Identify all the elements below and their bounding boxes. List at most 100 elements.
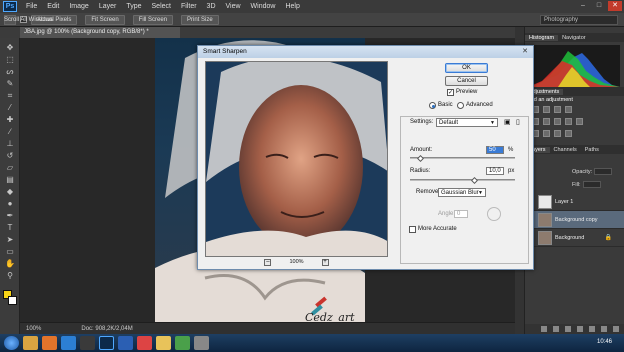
menu-help[interactable]: Help <box>280 3 304 10</box>
quick-select-icon[interactable]: ✎ <box>5 80 15 88</box>
media-icon[interactable] <box>80 336 95 350</box>
workspace-dropdown[interactable]: Photography <box>540 15 618 25</box>
menu-select[interactable]: Select <box>147 3 176 10</box>
angle-field[interactable]: 0 <box>454 210 468 218</box>
adjustment-layer-icon[interactable] <box>577 326 583 332</box>
group-icon[interactable] <box>589 326 595 332</box>
paint-icon[interactable] <box>175 336 190 350</box>
delete-preset-icon[interactable]: ▯ <box>516 118 520 126</box>
more-accurate-checkbox[interactable] <box>409 226 416 233</box>
folder-icon[interactable] <box>156 336 171 350</box>
fx-icon[interactable] <box>553 326 559 332</box>
posterize-icon[interactable] <box>543 130 550 137</box>
crop-tool-icon[interactable]: ⌗ <box>5 92 15 100</box>
menu-type[interactable]: Type <box>121 3 146 10</box>
levels-icon[interactable] <box>543 106 550 113</box>
menu-filter[interactable]: Filter <box>176 3 202 10</box>
layer-row[interactable]: Layer 1 <box>525 193 624 211</box>
dialog-close-icon[interactable]: ✕ <box>520 48 530 56</box>
menu-3d[interactable]: 3D <box>202 3 221 10</box>
preview-checkbox[interactable]: ✓ <box>447 89 454 96</box>
print-size-button[interactable]: Print Size <box>181 14 219 25</box>
color-balance-icon[interactable] <box>554 118 561 125</box>
new-layer-icon[interactable] <box>601 326 607 332</box>
cancel-button[interactable]: Cancel <box>445 76 488 86</box>
threshold-icon[interactable] <box>554 130 561 137</box>
pen-icon[interactable]: ✒ <box>5 212 15 220</box>
tab-channels[interactable]: Channels <box>550 147 581 153</box>
gradient-icon[interactable]: ▤ <box>5 176 15 184</box>
tab-histogram[interactable]: Histogram <box>525 34 559 41</box>
opacity-field[interactable] <box>594 168 613 175</box>
marquee-tool-icon[interactable]: ⬚ <box>5 56 15 64</box>
tab-navigator[interactable]: Navigator <box>558 35 590 41</box>
remove-dropdown[interactable]: Gaussian Blur ▼ <box>438 188 486 197</box>
hue-icon[interactable] <box>543 118 550 125</box>
shape-tool-icon[interactable]: ▭ <box>5 248 15 256</box>
angle-dial[interactable] <box>487 207 501 221</box>
bw-icon[interactable] <box>565 118 572 125</box>
opacity-control[interactable]: Opacity: <box>572 168 613 175</box>
layer-row-selected[interactable]: ◉ Background copy <box>525 211 624 229</box>
start-icon[interactable] <box>4 336 19 350</box>
menu-image[interactable]: Image <box>64 3 93 10</box>
fit-screen-button[interactable]: Fit Screen <box>85 14 125 25</box>
dodge-icon[interactable]: ● <box>5 200 15 208</box>
link-icon[interactable] <box>541 326 547 332</box>
photoshop-icon[interactable] <box>99 336 114 350</box>
menu-view[interactable]: View <box>221 3 246 10</box>
type-tool-icon[interactable]: T <box>5 224 15 232</box>
background-color-swatch[interactable] <box>8 296 17 305</box>
close-button[interactable]: ✕ <box>608 1 622 11</box>
exposure-icon[interactable] <box>565 106 572 113</box>
explorer-icon[interactable] <box>23 336 38 350</box>
radius-field[interactable]: 10,0 <box>486 167 504 175</box>
lasso-tool-icon[interactable]: ᔕ <box>5 68 15 76</box>
amount-field[interactable]: 50 <box>486 146 504 154</box>
path-select-icon[interactable]: ➤ <box>5 236 15 244</box>
menu-window[interactable]: Window <box>246 3 281 10</box>
fill-screen-button[interactable]: Fill Screen <box>132 14 174 25</box>
chrome-icon[interactable] <box>137 336 152 350</box>
layer-row[interactable]: ◉ Background 🔒 <box>525 229 624 247</box>
healing-brush-icon[interactable]: ✚ <box>5 116 15 124</box>
zoom-in-button[interactable]: + <box>321 258 329 266</box>
hand-tool-icon[interactable]: ✋ <box>5 260 15 268</box>
amount-slider[interactable] <box>410 157 515 159</box>
minimize-button[interactable]: – <box>576 1 590 11</box>
tab-paths[interactable]: Paths <box>581 147 603 153</box>
save-preset-icon[interactable]: ▣ <box>504 118 511 126</box>
photo-filter-icon[interactable] <box>576 118 583 125</box>
word-icon[interactable] <box>118 336 133 350</box>
settings-dropdown[interactable]: Default ▼ <box>436 118 498 127</box>
trash-icon[interactable] <box>613 326 619 332</box>
ie-icon[interactable] <box>61 336 76 350</box>
fill-control[interactable]: Fill: <box>572 181 601 188</box>
zoom-tool-icon[interactable]: ⚲ <box>5 272 15 280</box>
history-brush-icon[interactable]: ↺ <box>5 152 15 160</box>
move-tool-icon[interactable]: ✥ <box>5 44 15 52</box>
document-tab[interactable]: JBA.jpg @ 100% (Background copy, RGB/8*)… <box>20 27 180 38</box>
zoom-out-button[interactable]: – <box>264 258 272 266</box>
radius-slider[interactable] <box>410 179 515 181</box>
maximize-button[interactable]: □ <box>592 1 606 11</box>
mask-icon[interactable] <box>565 326 571 332</box>
ok-button[interactable]: OK <box>445 63 488 73</box>
zoom-level[interactable]: 100% <box>26 326 41 332</box>
menu-layer[interactable]: Layer <box>94 3 122 10</box>
firefox-icon[interactable] <box>42 336 57 350</box>
menu-file[interactable]: File <box>21 3 42 10</box>
filter-preview[interactable] <box>205 61 388 257</box>
eraser-icon[interactable]: ▱ <box>5 164 15 172</box>
clone-stamp-icon[interactable]: ⊥ <box>5 140 15 148</box>
curves-icon[interactable] <box>554 106 561 113</box>
fill-field[interactable] <box>582 181 601 188</box>
menu-edit[interactable]: Edit <box>42 3 64 10</box>
app-icon[interactable] <box>194 336 209 350</box>
eyedropper-icon[interactable]: ⁄ <box>5 104 15 112</box>
basic-radio[interactable] <box>429 102 436 109</box>
gradient-map-icon[interactable] <box>565 130 572 137</box>
advanced-radio[interactable] <box>457 102 464 109</box>
brush-tool-icon[interactable]: ∕ <box>5 128 15 136</box>
blur-icon[interactable]: ◆ <box>5 188 15 196</box>
